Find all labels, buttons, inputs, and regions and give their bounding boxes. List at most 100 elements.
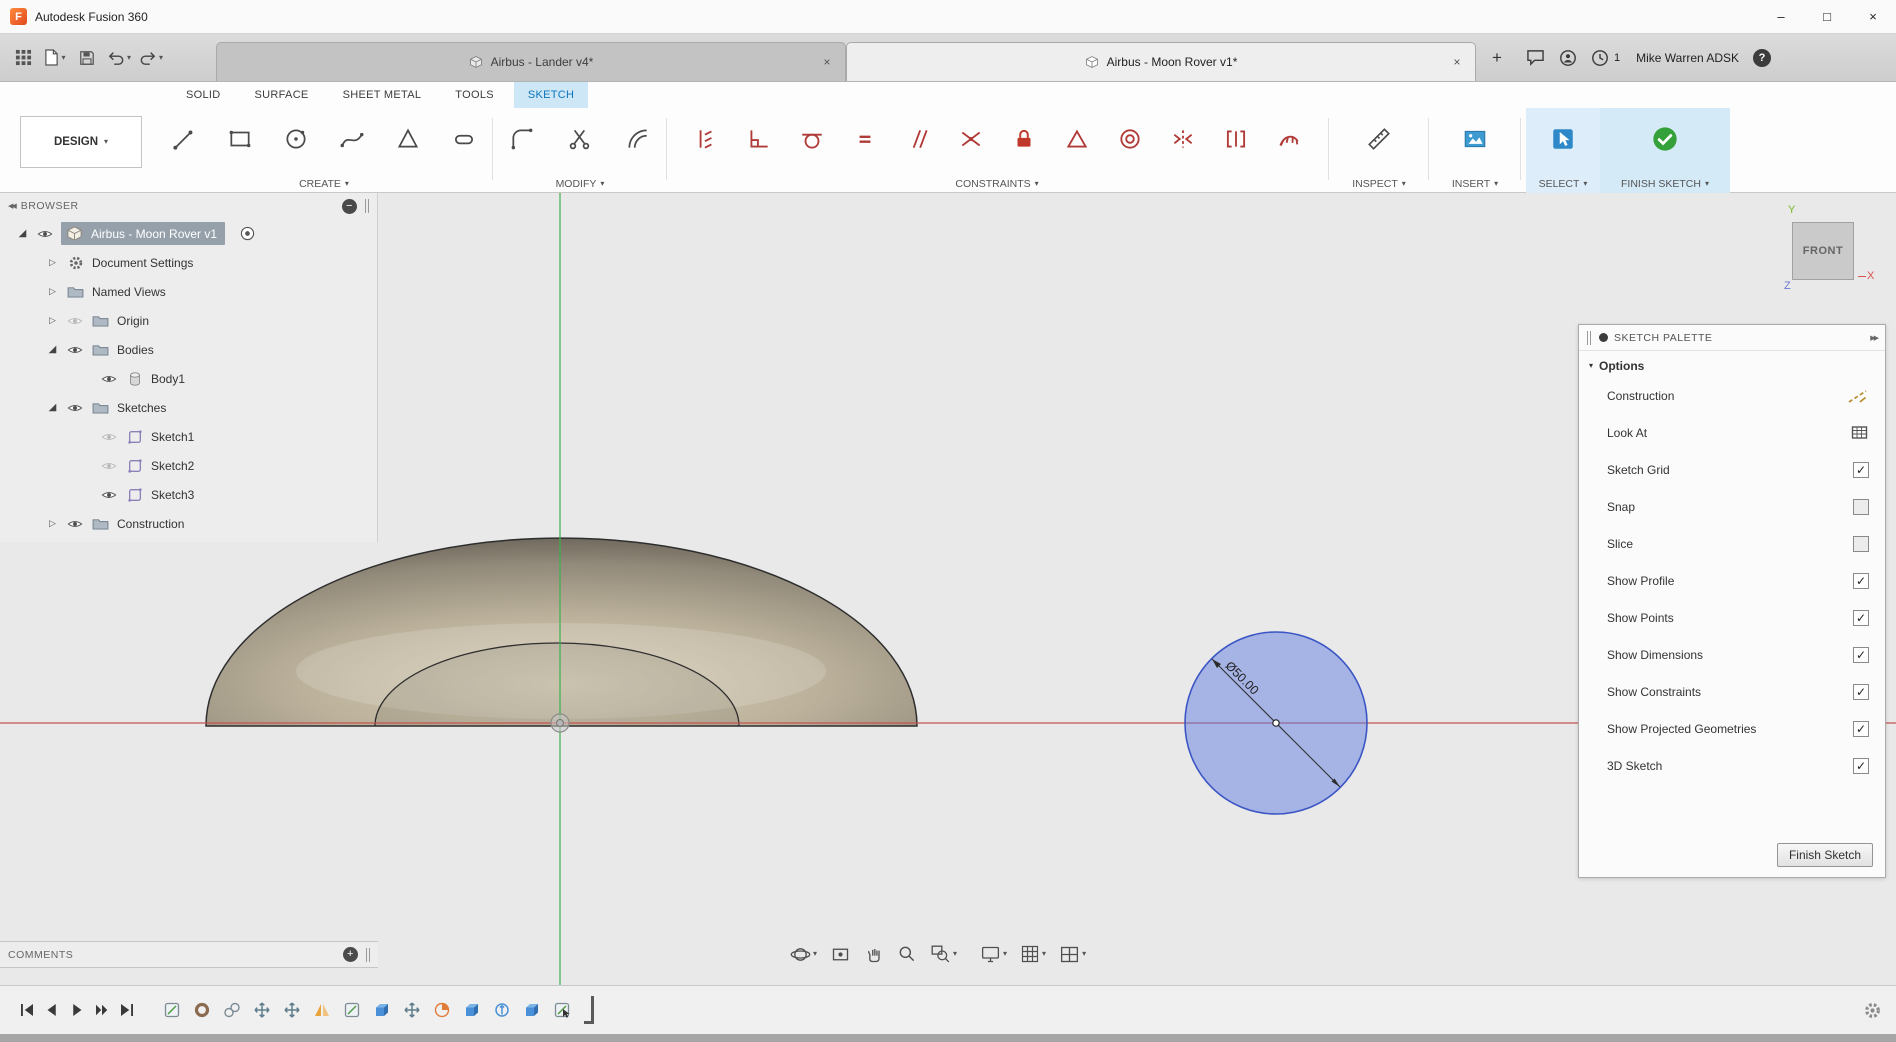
body1-model[interactable] bbox=[205, 537, 918, 727]
tab-solid[interactable]: SOLID bbox=[172, 82, 235, 108]
expand-arrow-icon[interactable]: ▷ bbox=[46, 315, 59, 326]
visibility-eye-icon[interactable] bbox=[100, 432, 118, 442]
curvature-constraint-icon[interactable] bbox=[1272, 122, 1306, 156]
browser-row-body1[interactable]: Body1 bbox=[0, 364, 377, 393]
collinear-constraint-icon[interactable] bbox=[1219, 122, 1253, 156]
assistant-icon[interactable] bbox=[1559, 49, 1577, 67]
comments-bubble-icon[interactable] bbox=[1526, 49, 1545, 66]
symmetry-constraint-icon[interactable] bbox=[1166, 122, 1200, 156]
timeline-step-forward-icon[interactable] bbox=[89, 998, 114, 1023]
modify-group-label[interactable]: MODIFY bbox=[556, 178, 597, 190]
browser-row-sketch2[interactable]: Sketch2 bbox=[0, 451, 377, 480]
timeline-feature-extrude-icon[interactable] bbox=[461, 999, 483, 1021]
expand-arrow-icon[interactable]: ▷ bbox=[46, 286, 59, 297]
file-menu-icon[interactable]: ▾ bbox=[42, 43, 68, 73]
browser-item-label[interactable]: Sketch3 bbox=[151, 488, 194, 502]
browser-row-root[interactable]: ◢ Airbus - Moon Rover v1 bbox=[0, 219, 377, 248]
visibility-eye-icon[interactable] bbox=[66, 403, 84, 413]
close-icon[interactable]: × bbox=[819, 55, 835, 69]
select-tool-icon[interactable] bbox=[1546, 122, 1580, 156]
show-profile-checkbox[interactable]: ✓ bbox=[1853, 572, 1869, 589]
viewports-icon[interactable]: ▾ bbox=[1057, 942, 1088, 967]
timeline-feature-extrude-icon[interactable] bbox=[521, 999, 543, 1021]
line-tool-icon[interactable] bbox=[167, 122, 201, 156]
orbit-icon[interactable]: ▾ bbox=[788, 942, 819, 967]
spline-tool-icon[interactable] bbox=[335, 122, 369, 156]
browser-row-origin[interactable]: ▷ Origin bbox=[0, 306, 377, 335]
browser-root-selection[interactable]: Airbus - Moon Rover v1 bbox=[61, 222, 226, 245]
show-projected-geometries-checkbox[interactable]: ✓ bbox=[1853, 720, 1869, 737]
construction-line-icon[interactable] bbox=[1847, 388, 1869, 404]
fix-constraint-icon[interactable] bbox=[1007, 122, 1041, 156]
browser-item-label[interactable]: Origin bbox=[117, 314, 149, 328]
browser-item-label[interactable]: Body1 bbox=[151, 372, 185, 386]
workspace-selector-button[interactable]: DESIGN ▾ bbox=[20, 116, 142, 168]
panel-resize-grip[interactable] bbox=[365, 199, 369, 213]
origin-point[interactable] bbox=[550, 713, 570, 733]
finish-sketch-button[interactable]: Finish Sketch bbox=[1776, 843, 1873, 867]
zoom-window-icon[interactable]: ▾ bbox=[928, 942, 959, 967]
grid-settings-icon[interactable]: ▾ bbox=[1018, 942, 1048, 966]
panel-resize-grip[interactable] bbox=[1587, 330, 1591, 345]
coincident-constraint-icon[interactable] bbox=[954, 122, 988, 156]
expand-arrow-icon[interactable]: ◢ bbox=[46, 402, 59, 413]
timeline-feature-offset-icon[interactable] bbox=[491, 999, 513, 1021]
browser-item-label[interactable]: Named Views bbox=[92, 285, 166, 299]
browser-row-document-settings[interactable]: ▷ Document Settings bbox=[0, 248, 377, 277]
app-launcher-grid-icon[interactable] bbox=[10, 43, 36, 73]
timeline-feature-mirror-icon[interactable] bbox=[311, 999, 333, 1021]
sketch-center-point[interactable] bbox=[1272, 719, 1280, 727]
view-cube-front-face[interactable]: FRONT bbox=[1792, 222, 1854, 280]
snap-checkbox[interactable]: ✓ bbox=[1853, 498, 1869, 515]
tab-sketch[interactable]: SKETCH bbox=[513, 82, 589, 108]
close-icon[interactable]: × bbox=[1449, 55, 1465, 69]
select-group-label[interactable]: SELECT bbox=[1539, 178, 1580, 190]
timeline-feature-extrude-icon[interactable] bbox=[371, 999, 393, 1021]
panel-resize-grip[interactable] bbox=[366, 947, 370, 962]
timeline-settings-gear-icon[interactable] bbox=[1863, 1001, 1882, 1020]
timeline-feature-revolve-icon[interactable] bbox=[431, 999, 453, 1021]
redo-icon[interactable]: ▾ bbox=[138, 43, 164, 73]
browser-row-sketch3[interactable]: Sketch3 bbox=[0, 480, 377, 509]
look-at-icon[interactable] bbox=[1850, 425, 1869, 441]
minimize-button[interactable]: – bbox=[1758, 0, 1804, 33]
horizontal-vertical-constraint-icon[interactable] bbox=[689, 122, 723, 156]
equal-constraint-icon[interactable] bbox=[848, 122, 882, 156]
perpendicular-constraint-icon[interactable] bbox=[742, 122, 776, 156]
measure-tool-icon[interactable] bbox=[1362, 122, 1396, 156]
expand-arrow-icon[interactable]: ◢ bbox=[16, 228, 29, 239]
browser-row-construction[interactable]: ▷ Construction bbox=[0, 509, 377, 538]
document-tab-lander[interactable]: Airbus - Lander v4* × bbox=[216, 42, 846, 81]
collapse-panel-icon[interactable]: ▶▶ bbox=[1870, 334, 1879, 342]
finish-sketch-group[interactable]: FINISH SKETCH ▾ bbox=[1600, 108, 1730, 193]
circle-tool-icon[interactable] bbox=[279, 122, 313, 156]
minimize-panel-icon[interactable]: − bbox=[342, 198, 357, 214]
timeline-play-icon[interactable] bbox=[64, 998, 89, 1023]
trim-tool-icon[interactable] bbox=[563, 122, 597, 156]
visibility-eye-icon[interactable] bbox=[36, 229, 54, 239]
create-group-label[interactable]: CREATE bbox=[299, 178, 341, 190]
section-expand-icon[interactable]: ▾ bbox=[1589, 362, 1593, 370]
timeline-feature-active-sketch-icon[interactable] bbox=[551, 999, 573, 1021]
timeline-feature-sketch-icon[interactable] bbox=[341, 999, 363, 1021]
display-settings-icon[interactable]: ▾ bbox=[978, 942, 1009, 967]
add-comment-icon[interactable]: + bbox=[343, 947, 358, 962]
offset-tool-icon[interactable] bbox=[621, 122, 655, 156]
tab-sheet-metal[interactable]: SHEET METAL bbox=[329, 82, 436, 108]
timeline-skip-to-end-icon[interactable] bbox=[114, 998, 139, 1023]
visibility-eye-icon[interactable] bbox=[100, 374, 118, 384]
browser-item-label[interactable]: Bodies bbox=[117, 343, 154, 357]
parallel-constraint-icon[interactable] bbox=[901, 122, 935, 156]
timeline-feature-sketch-icon[interactable] bbox=[221, 999, 243, 1021]
zoom-icon[interactable] bbox=[895, 942, 919, 966]
options-section-header[interactable]: ▾ Options bbox=[1579, 351, 1885, 377]
finish-sketch-group-label[interactable]: FINISH SKETCH bbox=[1621, 178, 1701, 190]
midpoint-constraint-icon[interactable] bbox=[1060, 122, 1094, 156]
document-tab-moon-rover[interactable]: Airbus - Moon Rover v1* × bbox=[846, 42, 1476, 81]
finish-sketch-check-icon[interactable] bbox=[1648, 122, 1682, 156]
tangent-constraint-icon[interactable] bbox=[795, 122, 829, 156]
view-cube[interactable]: Y FRONT X Z bbox=[1784, 204, 1876, 300]
sketch-grid-checkbox[interactable]: ✓ bbox=[1853, 461, 1869, 478]
3d-sketch-checkbox[interactable]: ✓ bbox=[1853, 757, 1869, 774]
new-document-tab-button[interactable]: + bbox=[1484, 45, 1510, 71]
